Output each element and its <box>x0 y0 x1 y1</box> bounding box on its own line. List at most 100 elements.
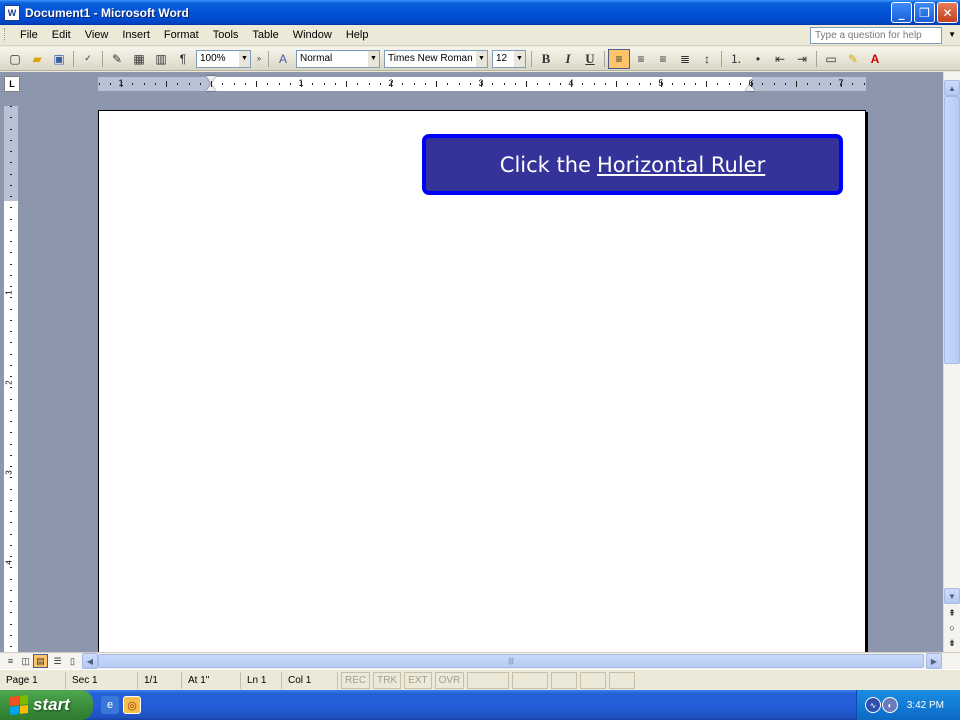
toolbar-options-icon[interactable]: » <box>253 49 265 69</box>
columns-icon[interactable]: ▥ <box>150 49 172 69</box>
print-layout-icon[interactable]: ▤ <box>33 654 48 668</box>
status-ovr[interactable]: OVR <box>434 671 465 689</box>
italic-button[interactable]: I <box>557 49 579 69</box>
align-right-icon[interactable]: ≡ <box>652 49 674 69</box>
ruler-tick <box>98 83 100 85</box>
align-left-icon[interactable]: ≡ <box>608 48 630 69</box>
align-center-icon[interactable]: ≡ <box>630 49 652 69</box>
status-section[interactable]: Sec 1 <box>66 671 138 689</box>
menu-format[interactable]: Format <box>157 29 206 41</box>
menu-tools[interactable]: Tools <box>206 29 246 41</box>
vertical-scrollbar[interactable]: ▲ ▼ ⇞ ○ ⇟ <box>943 72 960 652</box>
status-ext[interactable]: EXT <box>404 671 432 689</box>
chevron-down-icon[interactable]: ▼ <box>514 50 525 67</box>
bold-button[interactable]: B <box>535 49 557 69</box>
ruler-tick <box>368 83 370 85</box>
new-document-icon[interactable]: ▢ <box>4 49 26 69</box>
style-value: Normal <box>300 53 333 64</box>
open-folder-icon[interactable]: ▰ <box>26 49 48 69</box>
save-icon[interactable]: ▣ <box>48 49 70 69</box>
chevron-down-icon[interactable]: ▼ <box>239 50 250 67</box>
underline-button[interactable]: U <box>579 49 601 69</box>
normal-view-icon[interactable]: ≡ <box>3 654 18 668</box>
clock[interactable]: 3:42 PM <box>907 700 944 711</box>
tab-selector-button[interactable]: L <box>4 76 20 92</box>
menu-insert[interactable]: Insert <box>115 29 157 41</box>
vertical-scroll-thumb[interactable] <box>944 96 960 364</box>
ruler-tick <box>672 83 674 85</box>
network-icon[interactable]: ∿ <box>865 697 881 713</box>
menubar-grip-icon[interactable] <box>4 28 7 42</box>
restore-button[interactable]: ❐ <box>914 2 935 23</box>
menu-edit[interactable]: Edit <box>45 29 78 41</box>
ruler-tick <box>10 544 12 546</box>
increase-indent-icon[interactable]: ⇥ <box>791 49 813 69</box>
line-spacing-icon[interactable]: ↕ <box>696 49 718 69</box>
bullets-icon[interactable]: • <box>747 49 769 69</box>
zoom-select[interactable]: 100% ▼ <box>196 49 251 68</box>
scroll-right-icon[interactable]: ▶ <box>926 653 942 669</box>
font-select[interactable]: Times New Roman ▼ <box>384 49 488 68</box>
start-button[interactable]: start <box>0 690 93 720</box>
menu-view[interactable]: View <box>78 29 116 41</box>
spelling-icon[interactable]: ✓ <box>77 49 99 69</box>
justify-icon[interactable]: ≣ <box>674 49 696 69</box>
ruler-tick <box>728 83 730 85</box>
select-browse-object-icon[interactable]: ○ <box>945 621 959 635</box>
styles-pane-icon[interactable]: A <box>272 49 294 69</box>
outline-view-icon[interactable]: ☰ <box>50 654 65 668</box>
ruler-tick <box>301 81 302 87</box>
internet-explorer-icon[interactable]: e <box>101 696 119 714</box>
ruler-tick <box>346 81 347 87</box>
ruler-tick <box>10 477 12 479</box>
menu-window[interactable]: Window <box>286 29 339 41</box>
font-size-select[interactable]: 12 ▼ <box>492 49 526 68</box>
reading-layout-icon[interactable]: ▯ <box>65 654 80 668</box>
close-button[interactable]: ✕ <box>937 2 958 23</box>
font-value: Times New Roman <box>388 53 473 64</box>
decrease-indent-icon[interactable]: ⇤ <box>769 49 791 69</box>
horizontal-ruler[interactable]: 1 1 2 3 4 5 6 7 <box>98 76 866 91</box>
highlight-icon[interactable]: ✎ <box>842 49 864 69</box>
scroll-left-icon[interactable]: ◀ <box>82 653 98 669</box>
help-dropdown-icon[interactable]: ▼ <box>948 30 956 39</box>
status-trk[interactable]: TRK <box>373 671 402 689</box>
previous-page-icon[interactable]: ⇞ <box>945 606 959 620</box>
ruler-tick <box>413 83 415 85</box>
window-title: Document1 - Microsoft Word <box>25 5 189 20</box>
status-column[interactable]: Col 1 <box>282 671 338 689</box>
show-hide-paragraph-icon[interactable]: ¶ <box>172 49 194 69</box>
vertical-ruler[interactable]: 1 2 3 4 <box>4 106 18 652</box>
status-page[interactable]: Page 1 <box>0 671 66 689</box>
borders-icon[interactable]: ▭ <box>820 49 842 69</box>
format-painter-icon[interactable]: ✎ <box>106 49 128 69</box>
font-color-icon[interactable]: A <box>864 49 886 69</box>
menu-file[interactable]: File <box>13 29 45 41</box>
status-position[interactable]: At 1" <box>182 671 241 689</box>
menu-help[interactable]: Help <box>339 29 376 41</box>
title-bar[interactable]: W Document1 - Microsoft Word _ ❐ ✕ <box>0 0 960 25</box>
status-line[interactable]: Ln 1 <box>241 671 282 689</box>
ruler-tick <box>10 499 12 501</box>
insert-table-icon[interactable]: ▦ <box>128 49 150 69</box>
status-page-count[interactable]: 1/1 <box>138 671 182 689</box>
scroll-down-icon[interactable]: ▼ <box>944 588 960 604</box>
help-search-input[interactable]: Type a question for help <box>810 27 942 44</box>
style-select[interactable]: Normal ▼ <box>296 49 380 68</box>
horizontal-scroll-thumb[interactable]: ||| <box>98 654 924 668</box>
chevron-down-icon[interactable]: ▼ <box>476 50 487 67</box>
word-doc-icon[interactable]: W <box>4 4 20 21</box>
ruler-tick <box>267 83 269 85</box>
menu-table[interactable]: Table <box>245 29 285 41</box>
web-layout-icon[interactable]: ◫ <box>18 654 33 668</box>
numbering-icon[interactable]: ⒈ <box>725 49 747 69</box>
media-player-icon[interactable]: ◎ <box>123 696 141 714</box>
status-rec[interactable]: REC <box>341 671 371 689</box>
next-page-icon[interactable]: ⇟ <box>945 636 959 650</box>
ruler-tick <box>10 162 12 164</box>
ruler-tick <box>132 83 134 85</box>
minimize-button[interactable]: _ <box>891 2 912 23</box>
volume-icon[interactable]: ◐ <box>882 697 898 713</box>
chevron-down-icon[interactable]: ▼ <box>368 50 379 67</box>
scroll-up-icon[interactable]: ▲ <box>944 80 960 96</box>
